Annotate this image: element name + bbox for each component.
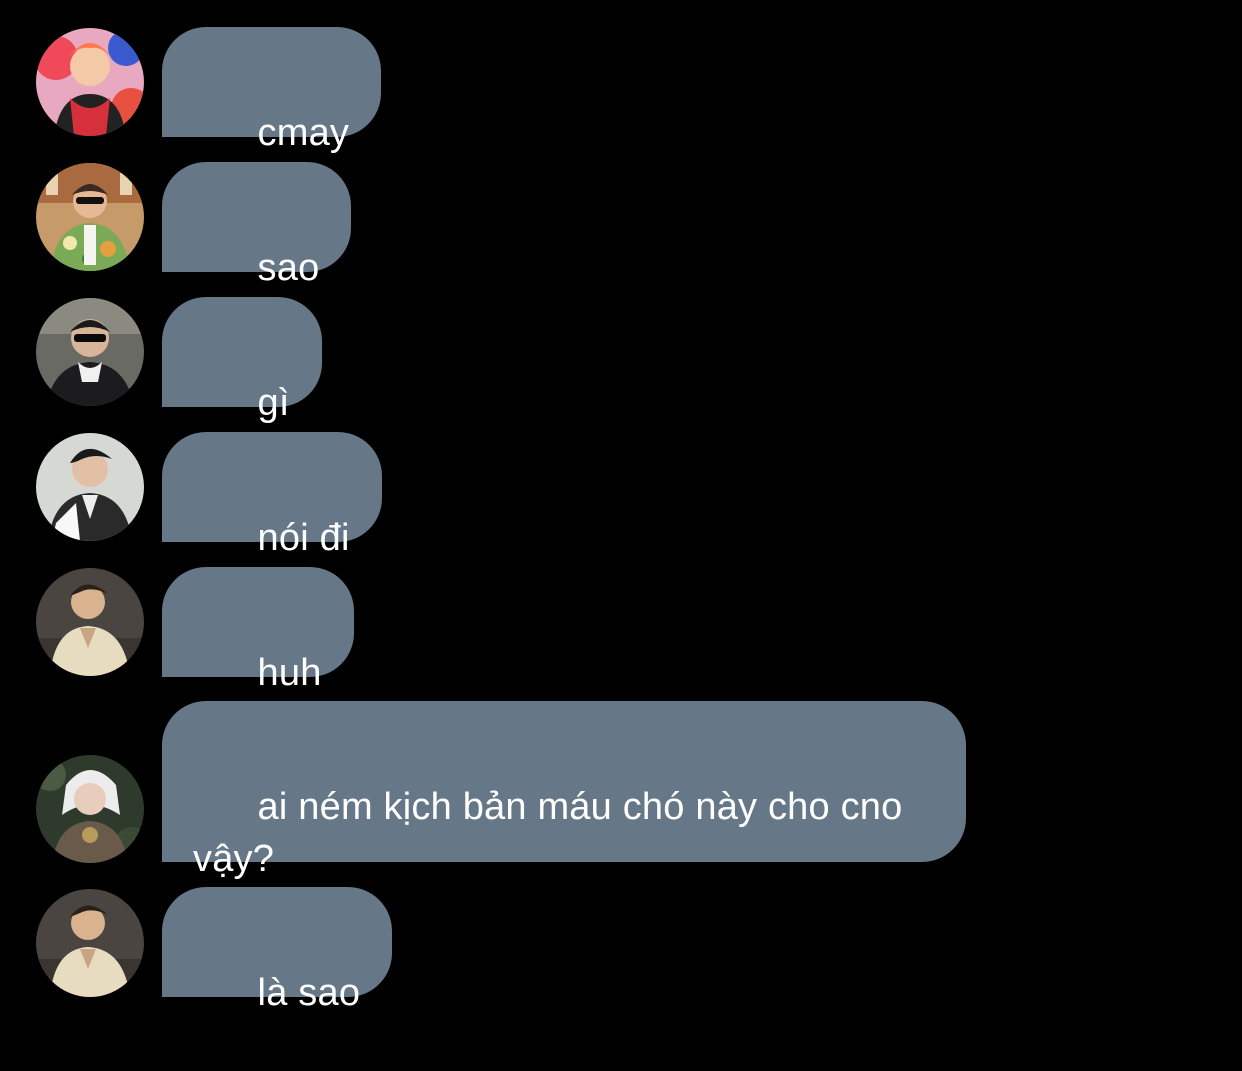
message-text: nói đi [257, 517, 350, 559]
message-bubble[interactable]: sao [162, 162, 352, 289]
avatar-icon-dark-suit[interactable] [36, 433, 144, 541]
message-text: ai ném kịch bản máu chó này cho cno vậy? [193, 786, 914, 880]
message-bubble[interactable]: cmay [162, 27, 382, 154]
avatar-icon-red-hair[interactable] [36, 28, 144, 136]
message-bubble[interactable]: gì [162, 297, 322, 424]
chat-thread: cmay sao gì nói đi huh ai ném kịch bản m… [0, 0, 1242, 1014]
avatar-icon-white-hair[interactable] [36, 755, 144, 863]
message-text: cmay [257, 112, 350, 154]
message-text: gì [257, 382, 290, 424]
message-bubble[interactable]: huh [162, 567, 354, 694]
message-text: huh [257, 652, 322, 694]
avatar-icon-beige-shirt[interactable] [36, 889, 144, 997]
message-text: là sao [257, 972, 361, 1014]
message-bubble[interactable]: là sao [162, 887, 393, 1014]
message-text: sao [257, 247, 320, 289]
message-bubble[interactable]: ai ném kịch bản máu chó này cho cno vậy? [162, 701, 966, 880]
avatar-icon-sunglasses-floral-shirt[interactable] [36, 163, 144, 271]
avatar-icon-beige-shirt[interactable] [36, 568, 144, 676]
avatar-icon-sunglasses-dark[interactable] [36, 298, 144, 406]
message-bubble[interactable]: nói đi [162, 432, 382, 559]
